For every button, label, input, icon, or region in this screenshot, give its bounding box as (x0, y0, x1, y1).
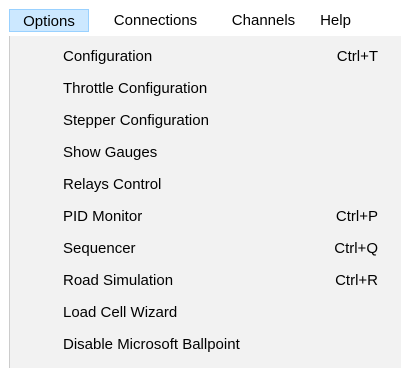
menu-item-throttle-configuration[interactable]: Throttle Configuration (10, 73, 400, 105)
menu-connections-label: Connections (113, 12, 198, 29)
menu-item-pid-monitor[interactable]: PID Monitor Ctrl+P (10, 201, 400, 233)
menu-item-disable-microsoft-ballpoint[interactable]: Disable Microsoft Ballpoint (10, 329, 400, 361)
menu-item-label: Configuration (63, 48, 153, 65)
menu-item-label: Relays Control (63, 176, 162, 193)
menu-bar: Options Connections Channels Help (0, 0, 403, 36)
menu-options[interactable]: Options (9, 9, 89, 32)
menu-item-label: Throttle Configuration (63, 80, 208, 97)
menu-item-road-simulation[interactable]: Road Simulation Ctrl+R (10, 265, 400, 297)
menu-connections[interactable]: Connections (97, 9, 214, 32)
menu-item-configuration[interactable]: Configuration Ctrl+T (10, 41, 400, 73)
menu-channels-label: Channels (231, 12, 296, 29)
menu-item-shortcut: Ctrl+T (336, 48, 378, 65)
menu-item-stepper-configuration[interactable]: Stepper Configuration (10, 105, 400, 137)
menu-item-label: Sequencer (63, 240, 136, 257)
menu-item-label: Disable Microsoft Ballpoint (63, 336, 240, 353)
menu-item-label: PID Monitor (63, 208, 143, 225)
menu-item-relays-control[interactable]: Relays Control (10, 169, 400, 201)
menu-item-sequencer[interactable]: Sequencer Ctrl+Q (10, 233, 400, 265)
menu-item-show-gauges[interactable]: Show Gauges (10, 137, 400, 169)
menu-item-label: Road Simulation (63, 272, 174, 289)
menu-item-label: Stepper Configuration (63, 112, 209, 129)
menu-item-shortcut: Ctrl+Q (334, 240, 378, 257)
menu-help[interactable]: Help (313, 9, 358, 32)
menu-help-label: Help (320, 12, 351, 29)
menu-options-label: Options (23, 13, 75, 30)
menu-item-label: Load Cell Wizard (63, 304, 178, 321)
menu-channels[interactable]: Channels (219, 9, 308, 32)
menu-item-label: Show Gauges (63, 144, 158, 161)
options-dropdown-menu: Configuration Ctrl+T Throttle Configurat… (9, 36, 401, 368)
menu-item-load-cell-wizard[interactable]: Load Cell Wizard (10, 297, 400, 329)
menu-item-shortcut: Ctrl+P (335, 208, 378, 225)
menu-item-shortcut: Ctrl+R (335, 272, 378, 289)
